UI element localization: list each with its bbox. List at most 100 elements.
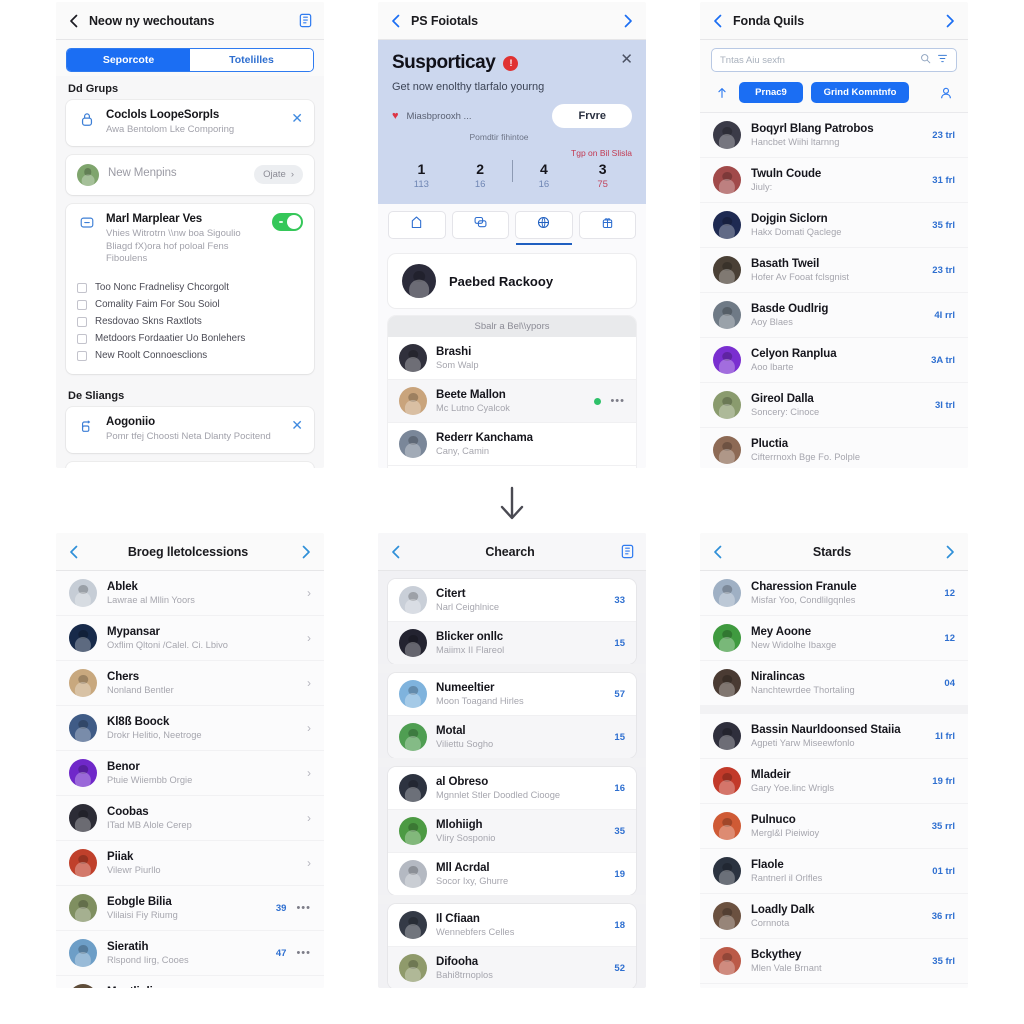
list-item[interactable]: al Obreso Mgnnlet Stler Doodled Ciooge 1… bbox=[388, 767, 636, 810]
person-icon[interactable] bbox=[937, 86, 955, 100]
list-item[interactable]: Il Cfiaan Wennebfers Celles 18 bbox=[388, 904, 636, 947]
list-item[interactable]: Mll Acrdal Socor Ixy, Ghurre 19 bbox=[388, 853, 636, 895]
chevron-left-icon[interactable] bbox=[711, 14, 725, 28]
more-options-icon[interactable]: ••• bbox=[610, 395, 625, 407]
segment-option-1[interactable]: Totelilles bbox=[190, 49, 313, 71]
list-item[interactable]: Basath Tweil Hofer Av Fooat fclsgnist 23… bbox=[700, 247, 968, 292]
filter-icon[interactable] bbox=[937, 51, 948, 69]
list-item[interactable]: Brashi Som Walp bbox=[388, 337, 636, 380]
checkbox[interactable] bbox=[77, 350, 87, 361]
chevron-right-icon[interactable] bbox=[617, 14, 635, 28]
checkbox-row[interactable]: Metdoors Fordaatier Uo Bonlehers bbox=[77, 330, 303, 347]
checkbox-row[interactable]: New Roolt Connoesclions bbox=[77, 347, 303, 364]
list-item[interactable]: Mobracie bbox=[388, 466, 636, 468]
chevron-left-icon[interactable] bbox=[67, 14, 81, 28]
toggle-switch[interactable] bbox=[272, 212, 303, 231]
chevron-left-icon[interactable] bbox=[389, 14, 403, 28]
free-button[interactable]: Frvre bbox=[552, 104, 632, 128]
close-icon[interactable]: ✕ bbox=[291, 416, 303, 432]
card-group-item[interactable]: Coclols LoopeSorpls Awa Bentolom Lke Com… bbox=[66, 100, 314, 146]
checkbox-row[interactable]: Too Nonc Fradnelisy Chcorgolt bbox=[77, 279, 303, 296]
close-icon[interactable]: ✕ bbox=[620, 52, 633, 67]
checkbox[interactable] bbox=[77, 333, 87, 344]
chevron-right-icon[interactable]: › bbox=[307, 721, 311, 735]
list-item[interactable]: Citert Narl Ceighlnice 33 bbox=[388, 579, 636, 622]
card-sharing-person[interactable]: Nlychn Pryoes Tiatei Tokr Pio Ratecl fal… bbox=[66, 462, 314, 468]
checkbox-row[interactable]: Resdovao Skns Raxtlots bbox=[77, 313, 303, 330]
search-input[interactable]: Tntas Aiu sexfn bbox=[711, 48, 957, 72]
list-item[interactable]: Celyon Ranplua Aoo lbarte 3A trl bbox=[700, 337, 968, 382]
upload-icon[interactable] bbox=[713, 86, 731, 100]
chevron-right-icon[interactable]: › bbox=[307, 586, 311, 600]
create-pill-button[interactable]: Ojate › bbox=[254, 165, 303, 185]
book-icon[interactable] bbox=[295, 13, 313, 28]
book-icon[interactable] bbox=[617, 544, 635, 559]
list-item[interactable]: Loadly Dalk Cornnota 36 rrl bbox=[700, 893, 968, 938]
list-item-subtitle: Nanchtewrdee Thortaling bbox=[751, 685, 855, 695]
list-item[interactable]: Motal Viliettu Sogho 15 bbox=[388, 716, 636, 758]
list-item[interactable]: Eobgle Bilia Vlilaisi Fiy Riumg 39 ••• bbox=[56, 885, 324, 930]
list-item[interactable]: Mlohiigh Vliry Sosponio 35 bbox=[388, 810, 636, 853]
list-item[interactable]: Niralincas Nanchtewrdee Thortaling 04 bbox=[700, 660, 968, 705]
checkbox[interactable] bbox=[77, 282, 87, 293]
chevron-right-icon[interactable] bbox=[295, 545, 313, 559]
list-item[interactable]: Moctlioli Cnmtamo Oagols 76 ••• bbox=[56, 975, 324, 988]
list-item[interactable]: Beete Mallon Mc Lutno Cyalcok ••• bbox=[388, 380, 636, 423]
checkbox[interactable] bbox=[77, 299, 87, 310]
list-item[interactable]: Kl8ß Boock Drokr Helitio, Neetroge › bbox=[56, 705, 324, 750]
chevron-right-icon[interactable] bbox=[939, 14, 957, 28]
chevron-right-icon[interactable]: › bbox=[307, 676, 311, 690]
card-new-members[interactable]: New Menpins Ojate › bbox=[66, 154, 314, 195]
chevron-left-icon[interactable] bbox=[67, 545, 81, 559]
list-item[interactable]: Basde Oudlrig Aoy Blaes 4I rrl bbox=[700, 292, 968, 337]
list-item[interactable]: Ablek Lawrae al Mllin Yoors › bbox=[56, 571, 324, 615]
search-icon[interactable] bbox=[920, 51, 931, 69]
more-options-icon[interactable]: ••• bbox=[296, 902, 311, 914]
tab-chat[interactable] bbox=[451, 211, 509, 239]
list-item[interactable]: Mladeir Gary Yoe.linc Wrigls 19 frl bbox=[700, 758, 968, 803]
list-item[interactable]: Benor Ptuie Wiiembb Orgie › bbox=[56, 750, 324, 795]
list-item[interactable]: Pluctia Cifterrnoxh Bge Fo. Polple bbox=[700, 427, 968, 468]
checkbox[interactable] bbox=[77, 316, 87, 327]
profile-card[interactable]: Paebed Rackooy bbox=[388, 254, 636, 308]
list-item[interactable]: Piiak Vilewr Piurllo › bbox=[56, 840, 324, 885]
tab-home[interactable] bbox=[388, 211, 446, 239]
chevron-right-icon[interactable]: › bbox=[307, 631, 311, 645]
tab-gift[interactable] bbox=[578, 211, 636, 239]
chevron-left-icon[interactable] bbox=[389, 545, 403, 559]
list-item[interactable]: Supokin Falehler Fhitlan Thfi Coorlang 3… bbox=[700, 983, 968, 988]
list-item[interactable]: Mey Aoone New Widolhe Ibaxge 12 bbox=[700, 615, 968, 660]
card-toggle-item[interactable]: Marl Marplear Ves Vhies Witrotrn \\nw bo… bbox=[66, 203, 314, 375]
segment-option-0[interactable]: Seporcote bbox=[67, 49, 190, 71]
list-item[interactable]: Bckythey Mlen Vale Brnant 35 frl bbox=[700, 938, 968, 983]
chevron-right-icon[interactable]: › bbox=[307, 766, 311, 780]
list-item[interactable]: Blicker onllc Maiimx II Flareol 15 bbox=[388, 622, 636, 664]
list-item[interactable]: Chers Nonland Bentler › bbox=[56, 660, 324, 705]
list-item[interactable]: Difooha Bahi8trnoplos 52 bbox=[388, 947, 636, 988]
primary-button-2[interactable]: Grind Komntnfo bbox=[811, 82, 909, 103]
close-icon[interactable]: ✕ bbox=[291, 109, 303, 125]
chevron-right-icon[interactable] bbox=[939, 545, 957, 559]
list-item[interactable]: Pulnuco Mergl&l Pieiwioy 35 rrl bbox=[700, 803, 968, 848]
list-item[interactable]: Charession Franule Misfar Yoo, Condlilgq… bbox=[700, 571, 968, 615]
list-item[interactable]: Bassin Naurldoonsed Staiia Agpeti Yarw M… bbox=[700, 714, 968, 758]
tab-globe[interactable] bbox=[515, 211, 573, 245]
list-item[interactable]: Coobas ITad MB Alole Cerep › bbox=[56, 795, 324, 840]
checkbox-row[interactable]: Comality Faim For Sou Soiol bbox=[77, 296, 303, 313]
list-item[interactable]: Numeeltier Moon Toagand Hirles 57 bbox=[388, 673, 636, 716]
segmented-control[interactable]: Seporcote Totelilles bbox=[66, 48, 314, 72]
list-item[interactable]: Twuln Coude Jiuly: 31 frl bbox=[700, 157, 968, 202]
chevron-right-icon[interactable]: › bbox=[307, 856, 311, 870]
card-sharing-item[interactable]: Aogoniio Pomr tfej Choosti Neta Dlanty P… bbox=[66, 407, 314, 454]
chevron-right-icon[interactable]: › bbox=[307, 811, 311, 825]
list-item[interactable]: Dojgin Siclorn Hakx Domati Qaclege 35 fr… bbox=[700, 202, 968, 247]
list-item[interactable]: Gireol Dalla Soncery: Cinoce 3I trl bbox=[700, 382, 968, 427]
list-item[interactable]: Rederr Kanchama Cany, Camin bbox=[388, 423, 636, 466]
list-item[interactable]: Boqyrl Blang Patrobos Hancbet Wiihi ltar… bbox=[700, 113, 968, 157]
more-options-icon[interactable]: ••• bbox=[296, 947, 311, 959]
list-item[interactable]: Sieratih Rlspond Iirg, Cooes 47 ••• bbox=[56, 930, 324, 975]
primary-button-1[interactable]: Prnac9 bbox=[739, 82, 803, 103]
list-item[interactable]: Mypansar Oxflim Qltoni /Calel. Ci. Lbivo… bbox=[56, 615, 324, 660]
list-item[interactable]: Flaole Rantnerl il Orlfles 01 trl bbox=[700, 848, 968, 893]
chevron-left-icon[interactable] bbox=[711, 545, 725, 559]
